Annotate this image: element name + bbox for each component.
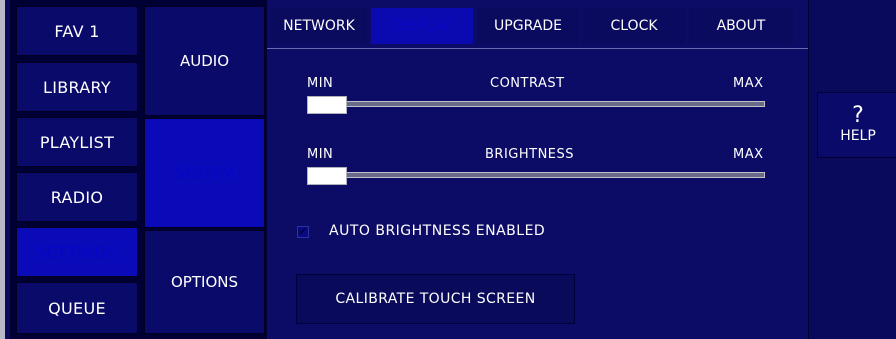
brightness-max-label: MAX: [733, 147, 764, 162]
nav-item-settings[interactable]: SETTINGS: [16, 227, 138, 277]
submenu-item-label: OPTIONS: [171, 273, 238, 291]
contrast-min-label: MIN: [307, 76, 334, 91]
nav-item-label: RADIO: [50, 187, 104, 207]
contrast-title: CONTRAST: [490, 76, 565, 91]
brightness-slider-thumb[interactable]: [307, 167, 347, 185]
contrast-slider-track[interactable]: [307, 101, 765, 107]
nav-item-label: LIBRARY: [43, 77, 111, 97]
brightness-min-label: MIN: [307, 147, 334, 162]
tab-about[interactable]: ABOUT: [689, 8, 793, 44]
tab-display[interactable]: DISPLAY: [371, 8, 473, 44]
left-nav: FAV 1 LIBRARY PLAYLIST RADIO SETTINGS QU…: [10, 0, 138, 339]
help-label: HELP: [840, 128, 876, 144]
help-button[interactable]: ? HELP: [817, 92, 896, 158]
nav-item-fav1[interactable]: FAV 1: [16, 6, 138, 56]
tab-clock[interactable]: CLOCK: [583, 8, 685, 44]
nav-item-label: FAV 1: [54, 21, 100, 41]
submenu-item-label: SYSTEM: [174, 164, 235, 182]
nav-item-label: QUEUE: [48, 298, 106, 318]
app-frame: FAV 1 LIBRARY PLAYLIST RADIO SETTINGS QU…: [0, 0, 896, 339]
auto-brightness-label: AUTO BRIGHTNESS ENABLED: [329, 223, 546, 239]
brightness-title: BRIGHTNESS: [485, 147, 575, 162]
calibrate-button-label: CALIBRATE TOUCH SCREEN: [335, 291, 536, 307]
tab-network[interactable]: NETWORK: [271, 8, 367, 44]
contrast-slider-thumb[interactable]: [307, 96, 347, 114]
nav-item-radio[interactable]: RADIO: [16, 172, 138, 222]
submenu-item-system[interactable]: SYSTEM: [144, 118, 265, 228]
calibrate-touch-screen-button[interactable]: CALIBRATE TOUCH SCREEN: [296, 274, 575, 324]
submenu-item-label: AUDIO: [179, 52, 230, 70]
settings-submenu: AUDIO SYSTEM OPTIONS: [138, 0, 265, 339]
tab-upgrade[interactable]: UPGRADE: [477, 8, 579, 44]
tab-label: UPGRADE: [494, 18, 562, 34]
tab-label: CLOCK: [610, 18, 658, 34]
nav-item-label: SETTINGS: [36, 242, 118, 262]
tab-label: NETWORK: [283, 18, 355, 34]
auto-brightness-checkbox[interactable]: ✔: [297, 226, 309, 238]
contrast-max-label: MAX: [733, 76, 764, 91]
tab-label: ABOUT: [716, 18, 766, 34]
nav-item-playlist[interactable]: PLAYLIST: [16, 117, 138, 167]
submenu-item-audio[interactable]: AUDIO: [144, 6, 265, 116]
question-mark-icon: ?: [852, 103, 864, 128]
display-settings-panel: NETWORK DISPLAY UPGRADE CLOCK ABOUT MIN …: [265, 0, 808, 339]
settings-tabs: NETWORK DISPLAY UPGRADE CLOCK ABOUT: [267, 0, 808, 50]
brightness-slider-track[interactable]: [307, 172, 765, 178]
tab-divider: [267, 48, 808, 49]
nav-item-library[interactable]: LIBRARY: [16, 62, 138, 112]
submenu-item-options[interactable]: OPTIONS: [144, 230, 265, 334]
nav-item-label: PLAYLIST: [39, 132, 115, 152]
tab-label: DISPLAY: [393, 18, 451, 34]
right-column: ? HELP: [808, 0, 896, 339]
nav-item-queue[interactable]: QUEUE: [16, 282, 138, 334]
